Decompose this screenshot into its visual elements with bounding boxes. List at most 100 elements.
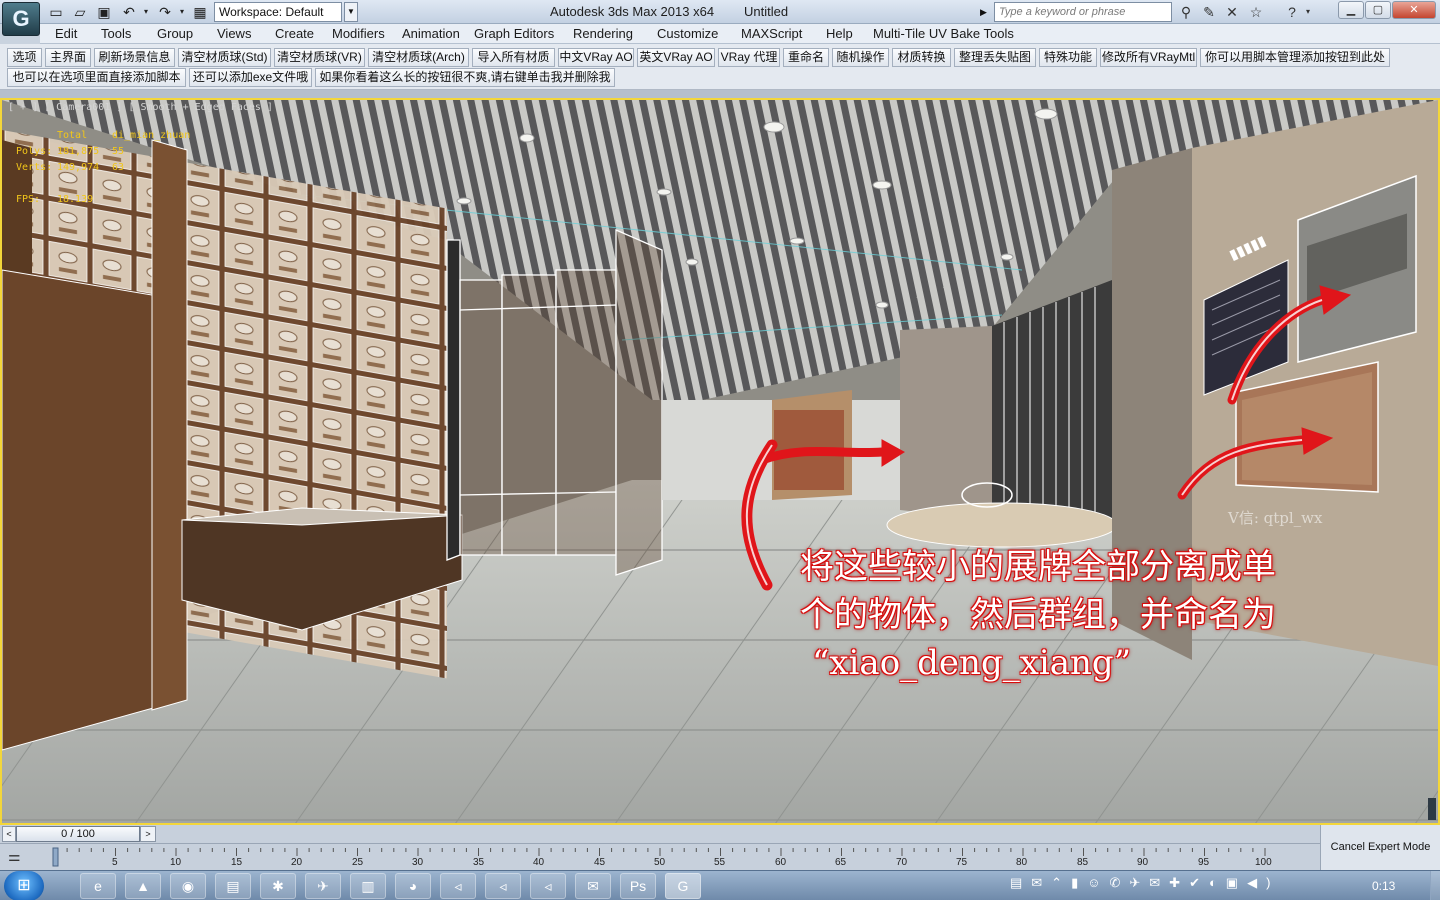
add-script-in-options-button[interactable]: 也可以在选项里面直接添加脚本 bbox=[7, 68, 186, 87]
system-tray[interactable]: ▤✉⌃▮☺✆✈✉✚✔◐▣◀) bbox=[1010, 875, 1279, 891]
custom-script-toolbar: 选项 主界面 刷新场景信息 清空材质球(Std) 清空材质球(VR) 清空材质球… bbox=[0, 44, 1440, 90]
menu-modifiers[interactable]: Modifiers bbox=[332, 26, 385, 41]
clear-material-vr-button[interactable]: 清空材质球(VR) bbox=[274, 48, 365, 67]
redo-icon[interactable]: ↷ bbox=[154, 3, 176, 21]
bluetooth-icon[interactable]: ✱ bbox=[260, 873, 296, 899]
random-operation-button[interactable]: 随机操作 bbox=[832, 48, 889, 67]
viewport-scrollbar[interactable] bbox=[1428, 798, 1436, 820]
close-button[interactable]: ✕ bbox=[1392, 1, 1436, 19]
qq-browser-icon[interactable]: ◕ bbox=[395, 873, 431, 899]
tutorial-annotation: 将这些较小的展牌全部分离成单 个的物体，然后群组，并命名为 “xiao_deng… bbox=[800, 543, 1360, 687]
stats-col-total: Total bbox=[57, 130, 88, 141]
terminal-icon[interactable]: ▲ bbox=[125, 873, 161, 899]
subscription-icon[interactable]: ✎ bbox=[1199, 3, 1219, 21]
fix-missing-maps-button[interactable]: 整理丢失贴图 bbox=[954, 48, 1036, 67]
undo-icon[interactable]: ↶ bbox=[118, 3, 140, 21]
menu-views[interactable]: Views bbox=[217, 26, 251, 41]
clear-material-std-button[interactable]: 清空材质球(Std) bbox=[178, 48, 271, 67]
wechat-icon[interactable]: ✉ bbox=[575, 873, 611, 899]
3dsmax-icon[interactable]: G bbox=[665, 873, 701, 899]
show-desktop-button[interactable] bbox=[1430, 871, 1440, 900]
menu-rendering[interactable]: Rendering bbox=[573, 26, 633, 41]
help-icon[interactable]: ? bbox=[1282, 3, 1302, 21]
time-slider-bar: < 0 / 100 > bbox=[0, 825, 1320, 843]
menu-create[interactable]: Create bbox=[275, 26, 314, 41]
vs-icon[interactable]: ◃ bbox=[485, 873, 521, 899]
menu-multi-tile-uv-bake-tools[interactable]: Multi-Tile UV Bake Tools bbox=[873, 26, 1014, 41]
modify-all-vraymtl-button[interactable]: 修改所有VRayMtl bbox=[1100, 48, 1197, 67]
refresh-scene-info-button[interactable]: 刷新场景信息 bbox=[94, 48, 175, 67]
annotation-line-2: 个的物体，然后群组，并命名为 bbox=[800, 595, 1276, 635]
chart-icon[interactable]: ▥ bbox=[350, 873, 386, 899]
explorer-icon[interactable]: ▤ bbox=[215, 873, 251, 899]
undo-dropdown-icon[interactable]: ▾ bbox=[141, 3, 151, 21]
new-file-icon[interactable]: ▭ bbox=[46, 3, 66, 21]
save-icon[interactable]: ▣ bbox=[94, 3, 114, 21]
viewport-label[interactable]: [ + ] [ Camera001 ] [ Smooth + Edged Fac… bbox=[8, 102, 273, 113]
minimize-button[interactable]: ▁ bbox=[1338, 1, 1364, 19]
vray-proxy-button[interactable]: VRay 代理 bbox=[718, 48, 780, 67]
tick-label: 95 bbox=[1198, 857, 1210, 868]
main-ui-button[interactable]: 主界面 bbox=[45, 48, 91, 67]
plane-icon[interactable]: ✈ bbox=[305, 873, 341, 899]
search-input[interactable]: Type a keyword or phrase bbox=[994, 2, 1172, 22]
clear-material-arch-button[interactable]: 清空材质球(Arch) bbox=[368, 48, 469, 67]
chinese-vray-ao-button[interactable]: 中文VRay AO bbox=[558, 48, 634, 67]
options-button[interactable]: 选项 bbox=[7, 48, 42, 67]
menu-customize[interactable]: Customize bbox=[657, 26, 718, 41]
tick-label: 15 bbox=[231, 857, 243, 868]
scene-render: ▮▮▮▮▮ bbox=[2, 100, 1438, 823]
binoculars-icon[interactable]: ⚲ bbox=[1176, 3, 1196, 21]
workspace-dropdown-icon[interactable]: ▼ bbox=[344, 2, 358, 22]
app-title: Autodesk 3ds Max 2013 x64 bbox=[550, 4, 715, 19]
cancel-expert-mode-button[interactable]: Cancel Expert Mode bbox=[1320, 825, 1440, 870]
stats-polys-total: 181,875 bbox=[57, 146, 100, 157]
open-file-icon[interactable]: ▱ bbox=[70, 3, 90, 21]
previous-frame-button[interactable]: < bbox=[2, 826, 16, 842]
track-bar[interactable]: ⚌ 5 10 15 20 25 30 35 40 45 50 55 60 65 … bbox=[0, 843, 1320, 870]
project-folder-icon[interactable]: ▦ bbox=[190, 3, 210, 21]
photoshop-icon[interactable]: Ps bbox=[620, 873, 656, 899]
help-dropdown-icon[interactable]: ▾ bbox=[1302, 3, 1314, 21]
favorites-star-icon[interactable]: ☆ bbox=[1246, 3, 1266, 21]
menu-graph-editors[interactable]: Graph Editors bbox=[474, 26, 554, 41]
clock[interactable]: 0:13 bbox=[1372, 879, 1395, 893]
menu-edit[interactable]: Edit bbox=[55, 26, 77, 41]
tick-label: 90 bbox=[1137, 857, 1149, 868]
menu-animation[interactable]: Animation bbox=[402, 26, 460, 41]
tick-label: 60 bbox=[775, 857, 787, 868]
english-vray-ao-button[interactable]: 英文VRay AO bbox=[637, 48, 715, 67]
add-script-button-hint[interactable]: 你可以用脚本管理添加按钮到此处 bbox=[1200, 48, 1390, 67]
stats-verts-total: 149,974 bbox=[57, 162, 100, 173]
chrome-icon[interactable]: ◉ bbox=[170, 873, 206, 899]
tick-label: 65 bbox=[835, 857, 847, 868]
center-partition bbox=[900, 326, 992, 520]
camera-viewport[interactable]: ▮▮▮▮▮ [ + ] [ Camera001 ] [ Smooth + Edg… bbox=[0, 98, 1440, 825]
document-title: Untitled bbox=[744, 4, 789, 19]
menu-group[interactable]: Group bbox=[157, 26, 193, 41]
material-convert-button[interactable]: 材质转换 bbox=[892, 48, 951, 67]
special-functions-button[interactable]: 特殊功能 bbox=[1039, 48, 1097, 67]
rename-button[interactable]: 重命名 bbox=[783, 48, 829, 67]
workspace-select[interactable]: Workspace: Default bbox=[214, 2, 342, 22]
stats-fps-value: 18.139 bbox=[57, 194, 94, 205]
communication-icon[interactable]: ✕ bbox=[1222, 3, 1242, 21]
maximize-button[interactable]: ▢ bbox=[1365, 1, 1391, 19]
tick-label: 100 bbox=[1255, 857, 1272, 868]
menu-tools[interactable]: Tools bbox=[101, 26, 131, 41]
ie-icon[interactable]: e bbox=[80, 873, 116, 899]
time-slider[interactable]: 0 / 100 bbox=[16, 826, 140, 842]
menu-maxscript[interactable]: MAXScript bbox=[741, 26, 802, 41]
menu-help[interactable]: Help bbox=[826, 26, 853, 41]
import-all-materials-button[interactable]: 导入所有材质 bbox=[472, 48, 555, 67]
app-logo-icon[interactable]: G bbox=[2, 2, 40, 36]
mural-wall bbox=[992, 280, 1112, 530]
start-button[interactable]: ⊞ bbox=[4, 871, 44, 900]
redo-dropdown-icon[interactable]: ▾ bbox=[177, 3, 187, 21]
add-exe-button[interactable]: 还可以添加exe文件哦 bbox=[189, 68, 312, 87]
next-frame-button[interactable]: > bbox=[140, 826, 156, 842]
search-expand-icon[interactable]: ▶ bbox=[980, 3, 992, 21]
vs-icon[interactable]: ◃ bbox=[530, 873, 566, 899]
vs-icon[interactable]: ◃ bbox=[440, 873, 476, 899]
delete-me-button[interactable]: 如果你看着这么长的按钮很不爽,请右键单击我并删除我 bbox=[315, 68, 615, 87]
